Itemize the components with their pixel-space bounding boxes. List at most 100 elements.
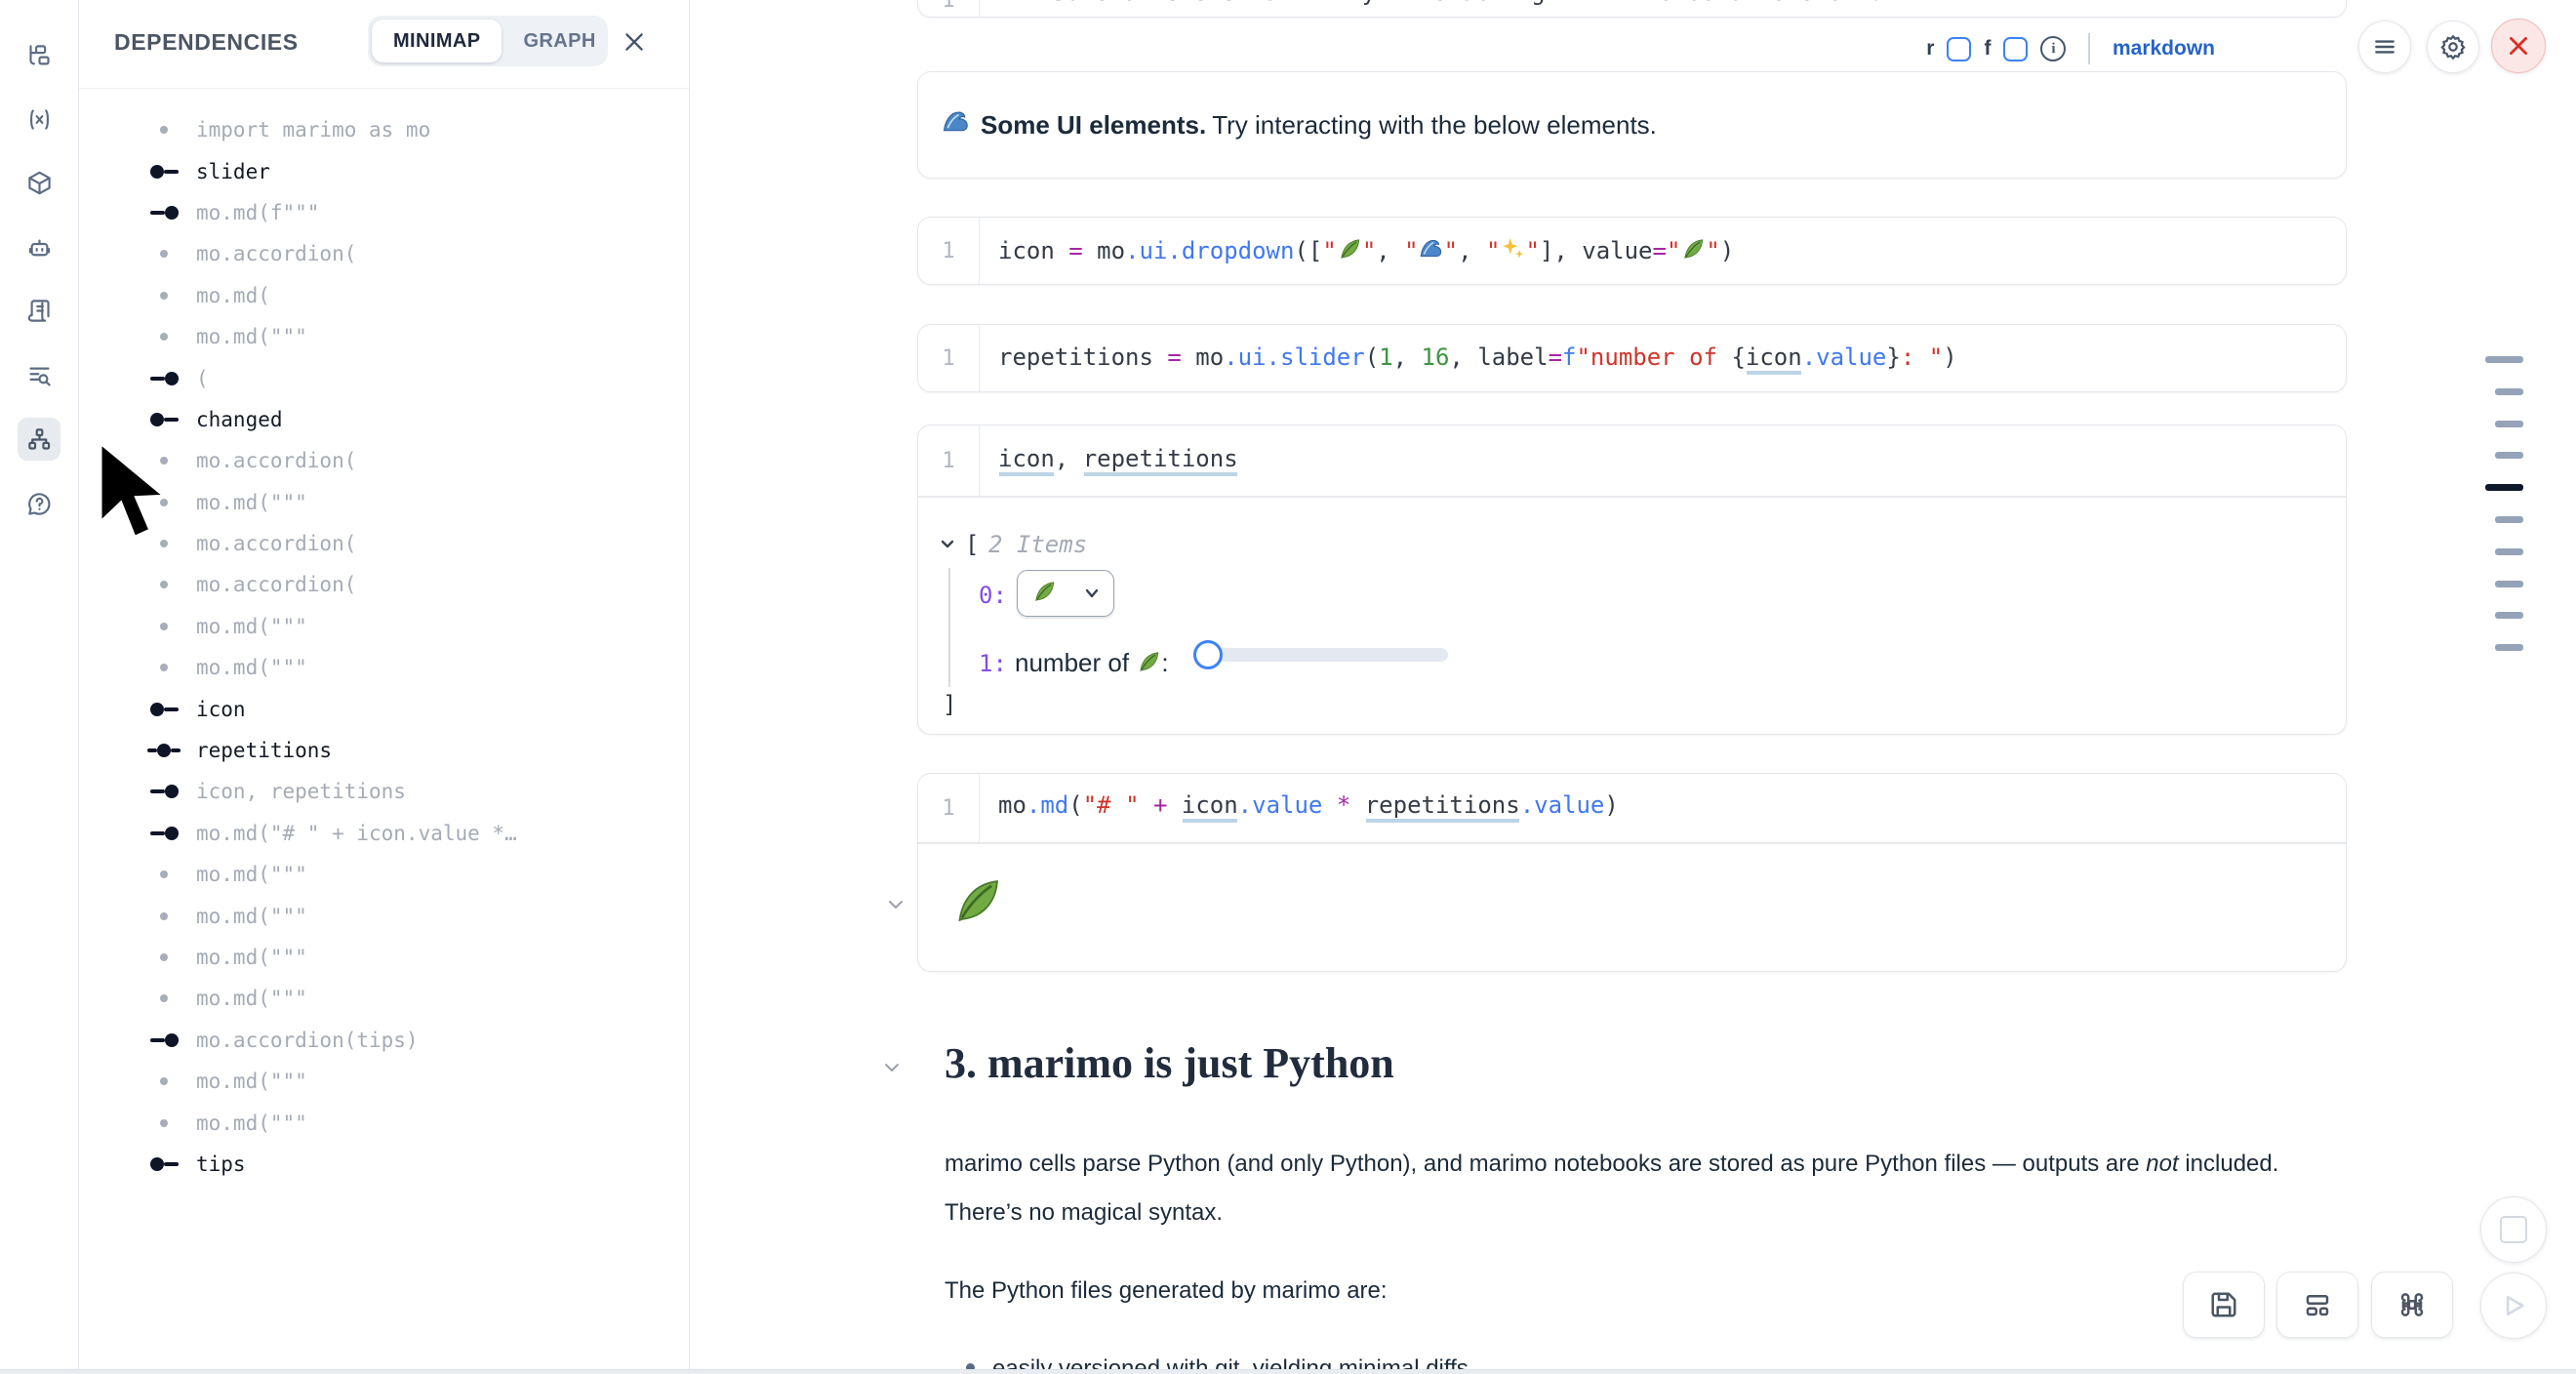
- minimap-cell-row[interactable]: mo.md("# " + icon.value *…: [79, 813, 689, 854]
- minimap-cell-code: mo.md(f""": [196, 201, 319, 224]
- minimap-cell-row[interactable]: icon: [79, 688, 689, 729]
- wave-emoji-icon: [998, 0, 1024, 9]
- keyboard-shortcuts-button[interactable]: [2371, 1272, 2453, 1338]
- notebook-menu-button[interactable]: [2358, 20, 2411, 73]
- stop-button[interactable]: [2480, 1196, 2547, 1263]
- minimap-cell-code: import marimo as mo: [196, 118, 430, 141]
- scroll-marker[interactable]: [2485, 356, 2523, 363]
- minimap-cell-code: mo.md(""": [196, 905, 307, 928]
- minimap-cell-row[interactable]: repetitions: [79, 730, 689, 771]
- cell-dot-glyph: [141, 912, 186, 920]
- minimap-cell-code: (: [196, 367, 209, 390]
- scroll-marker[interactable]: [2495, 548, 2523, 555]
- minimap-cell-row[interactable]: mo.md(""": [79, 316, 689, 357]
- tab-graph[interactable]: GRAPH: [502, 20, 617, 62]
- minimap-cell-row[interactable]: slider: [79, 150, 689, 191]
- minimap-cell-code: mo.md(: [196, 284, 270, 307]
- dependencies-icon[interactable]: [18, 418, 60, 461]
- scroll-marker[interactable]: [2495, 644, 2523, 651]
- cell-dot-glyph: [141, 994, 186, 1002]
- packages-icon[interactable]: [18, 161, 60, 204]
- minimap-cell-row[interactable]: mo.md(""": [79, 1061, 689, 1102]
- minimap-cell-row[interactable]: mo.accordion(: [79, 564, 689, 605]
- help-icon[interactable]: [18, 482, 60, 525]
- code-cell-slider[interactable]: 1 repetitions = mo.ui.slider(1, 16, labe…: [917, 324, 2347, 392]
- mouse-cursor: [96, 441, 176, 543]
- scroll-marker[interactable]: [2495, 452, 2523, 459]
- minimap-cell-row[interactable]: mo.md(""": [79, 606, 689, 647]
- code-cell-md-output: 1 mo.md("# " + icon.value * repetitions.…: [917, 773, 2347, 972]
- variables-icon[interactable]: [18, 98, 60, 141]
- minimap-cell-row[interactable]: changed: [79, 399, 689, 440]
- slider-track[interactable]: [1208, 648, 1448, 662]
- close-panel-button[interactable]: [618, 25, 651, 59]
- f-toggle-label: f: [1984, 37, 1991, 61]
- minimap-cell-row[interactable]: mo.accordion(: [79, 233, 689, 274]
- scroll-marker[interactable]: [2495, 581, 2523, 587]
- line-number: 1: [918, 0, 980, 17]
- minimap-cell-row[interactable]: import marimo as mo: [79, 109, 689, 150]
- scratchpad-search-icon[interactable]: [18, 354, 60, 397]
- dependencies-panel: DEPENDENCIES MINIMAP GRAPH import marimo…: [78, 0, 690, 1370]
- bracket-close: ]: [943, 691, 956, 718]
- tab-minimap[interactable]: MINIMAP: [372, 20, 502, 62]
- section-collapse-chevron[interactable]: [880, 1056, 904, 1084]
- file-explorer-icon[interactable]: [18, 34, 60, 77]
- minimap-cell-row[interactable]: (: [79, 357, 689, 398]
- minimap-cell-row[interactable]: mo.md(""": [79, 895, 689, 936]
- slider-knob[interactable]: [1193, 640, 1223, 669]
- close-icon: [622, 29, 647, 55]
- status-bar-edge: [0, 1369, 2576, 1374]
- minimap-cell-row[interactable]: mo.md(""": [79, 854, 689, 895]
- scroll-marker-current[interactable]: [2485, 484, 2523, 491]
- minimap-cell-code: mo.md(""": [196, 656, 307, 679]
- info-icon[interactable]: i: [2040, 36, 2066, 61]
- shutdown-button[interactable]: [2491, 19, 2546, 73]
- scroll-marker[interactable]: [2495, 421, 2523, 427]
- minimap-cell-row[interactable]: tips: [79, 1144, 689, 1185]
- scroll-marker[interactable]: [2495, 612, 2523, 619]
- banner-bold: Some UI elements.: [981, 110, 1206, 141]
- icon-dropdown-select[interactable]: [1017, 570, 1114, 617]
- leaf-emoji-output: [949, 873, 1004, 933]
- cell-dot-glyph: [141, 250, 186, 258]
- save-button[interactable]: [2183, 1272, 2265, 1338]
- scroll-marker[interactable]: [2495, 516, 2523, 523]
- code-line[interactable]: mo.md("# " + icon.value * repetitions.va…: [998, 791, 1619, 819]
- minimap-cell-row[interactable]: mo.accordion(tips): [79, 1020, 689, 1061]
- scroll-marker[interactable]: [2495, 388, 2523, 395]
- code-line[interactable]: icon, repetitions: [998, 445, 1238, 472]
- bracket-open: [: [965, 531, 979, 558]
- tree-collapse-icon[interactable]: [940, 536, 955, 551]
- minimap-cell-code: tips: [196, 1152, 246, 1176]
- minimap-cell-row[interactable]: mo.md(""": [79, 937, 689, 978]
- minimap-cell-row[interactable]: mo.md(""": [79, 647, 689, 688]
- minimap-cell-row[interactable]: mo.md(f""": [79, 192, 689, 233]
- r-toggle-label: r: [1926, 37, 1934, 61]
- minimap-cell-row[interactable]: mo.md(""": [79, 1102, 689, 1143]
- minimap-cell-code: changed: [196, 408, 283, 431]
- markdown-editor-cell-clipped[interactable]: 1 Some UI elements. Try interacting with…: [917, 0, 2347, 18]
- settings-button[interactable]: [2427, 20, 2479, 73]
- command-icon: [2397, 1290, 2427, 1319]
- minimap-cell-row[interactable]: mo.md(""": [79, 978, 689, 1019]
- leaf-emoji-icon: [1031, 579, 1057, 609]
- minimap-cell-row[interactable]: icon, repetitions: [79, 771, 689, 812]
- minimap-cell-code: repetitions: [196, 739, 332, 762]
- minimap-cell-code: mo.md(""": [196, 987, 307, 1010]
- logs-icon[interactable]: [18, 289, 60, 332]
- cell-out-glyph: [141, 413, 186, 426]
- run-button[interactable]: [2480, 1273, 2547, 1339]
- code-cell-dropdown[interactable]: 1 icon = mo.ui.dropdown(["", "", ""], va…: [917, 217, 2347, 285]
- r-checkbox[interactable]: [1947, 37, 1971, 61]
- layout-button[interactable]: [2276, 1272, 2358, 1338]
- minimap-cell-code: mo.md(""": [196, 946, 307, 969]
- minimap-cell-row[interactable]: mo.md(: [79, 275, 689, 316]
- cell-dot-glyph: [141, 292, 186, 300]
- output-collapse-chevron[interactable]: [884, 893, 907, 921]
- ai-assistant-icon[interactable]: [18, 226, 60, 269]
- paragraph-2: The Python files generated by marimo are…: [945, 1267, 2311, 1315]
- f-checkbox[interactable]: [2003, 37, 2028, 61]
- language-badge[interactable]: markdown: [2113, 37, 2215, 61]
- panel-title: DEPENDENCIES: [114, 29, 299, 56]
